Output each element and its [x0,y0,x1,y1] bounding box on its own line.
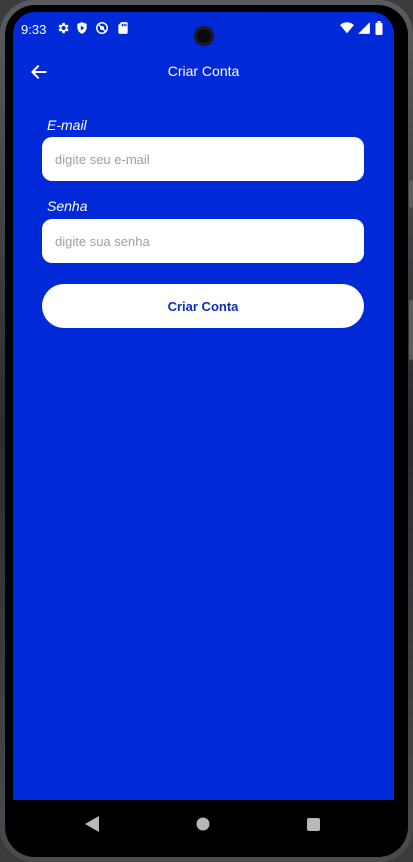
signal-icon [357,21,371,35]
shield-icon [75,21,89,35]
nav-home-button[interactable] [193,814,213,834]
create-account-button[interactable]: Criar Conta [42,284,364,328]
battery-icon [374,21,388,35]
nav-recents-button[interactable] [303,814,323,834]
password-label: Senha [47,198,88,214]
nav-home-icon [196,817,210,831]
gear-icon [56,21,70,35]
email-label: E-mail [47,117,87,133]
page-title: Criar Conta [167,63,240,79]
device-frame: 9:33 Criar Conta E-mail digite seu e-mai… [0,0,413,862]
email-input[interactable] [42,137,364,181]
screen: 9:33 Criar Conta E-mail digite seu e-mai… [13,12,394,849]
nav-back-button[interactable] [82,814,102,834]
location-off-icon [95,21,109,35]
status-time: 9:33 [21,22,47,37]
app-bar: Criar Conta [13,52,394,92]
navigation-bar [13,800,394,849]
power-button [409,180,413,208]
front-camera [194,26,214,46]
password-input[interactable] [42,219,364,263]
wifi-icon [340,21,354,35]
sd-card-icon [116,21,130,35]
nav-back-icon [85,816,99,832]
volume-button [409,300,413,360]
nav-recents-icon [306,817,320,831]
